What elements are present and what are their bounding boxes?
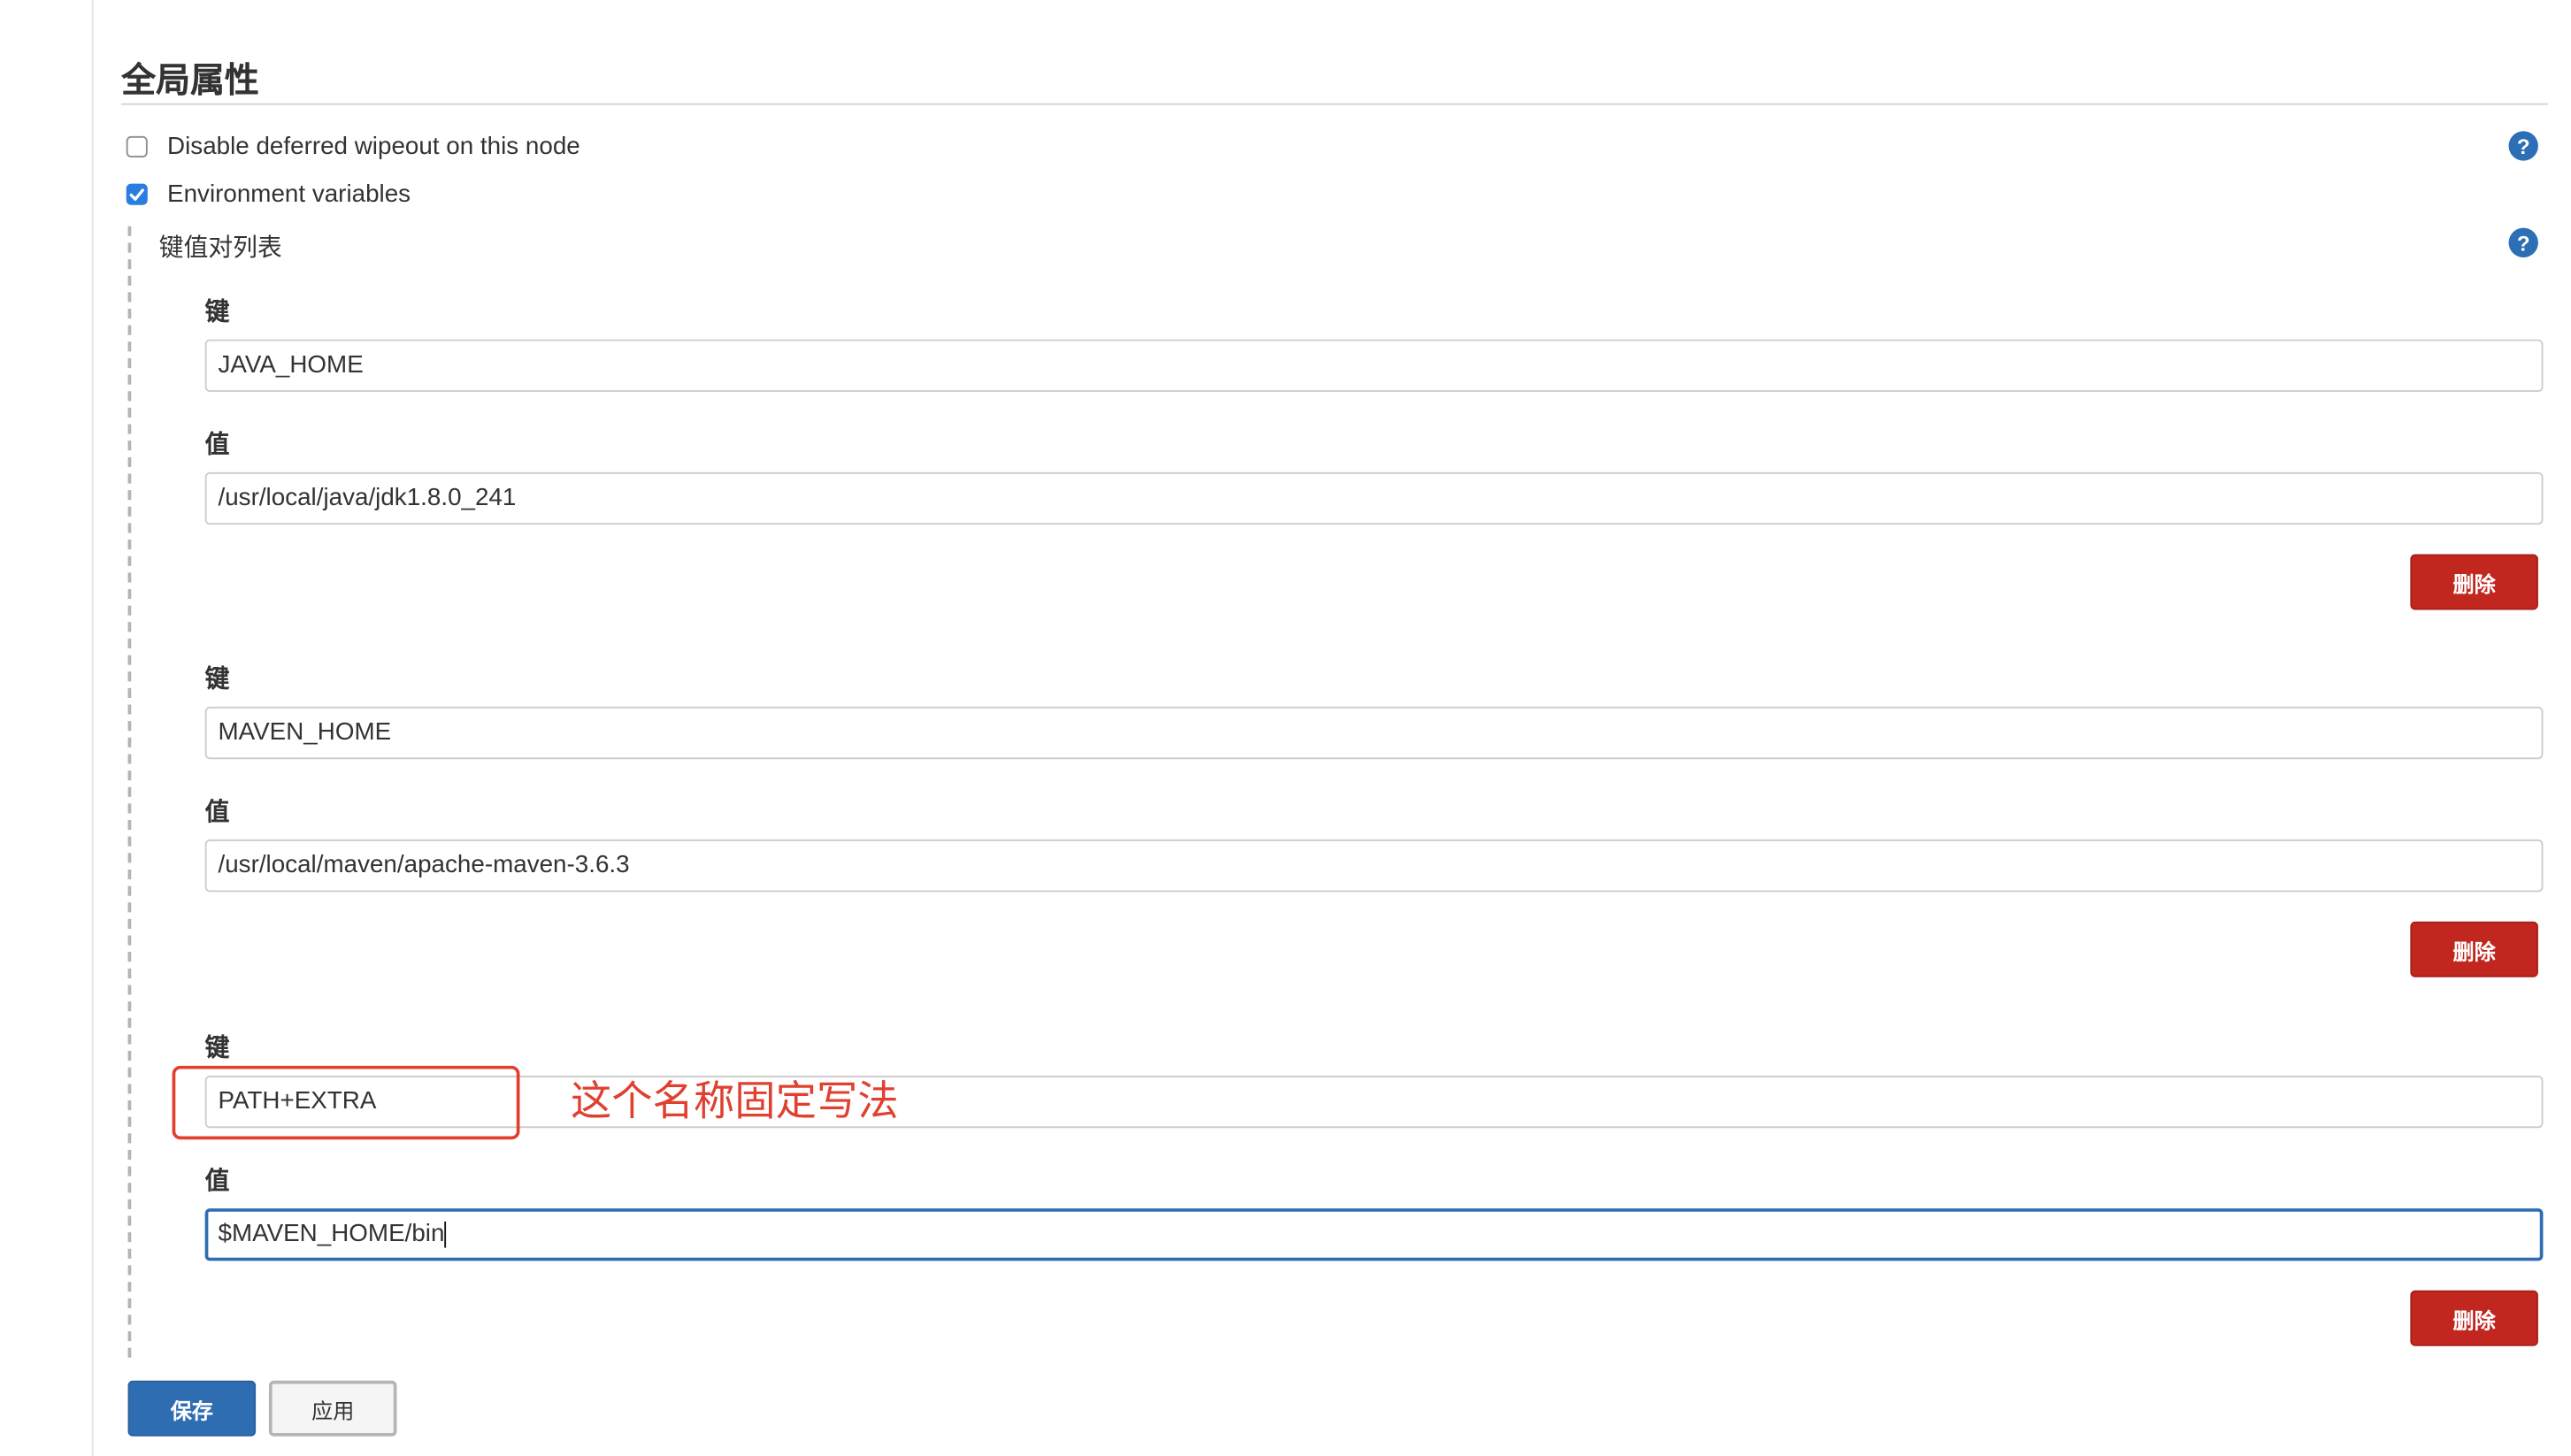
env-key-input-3[interactable]: PATH+EXTRA bbox=[204, 1075, 2544, 1129]
value-label: 值 bbox=[204, 431, 230, 460]
value-label: 值 bbox=[204, 798, 230, 827]
env-value-input-1[interactable]: /usr/local/java/jdk1.8.0_241 bbox=[204, 471, 2544, 525]
key-label: 键 bbox=[204, 298, 230, 326]
env-key-input-2[interactable]: MAVEN_HOME bbox=[204, 706, 2544, 760]
env-vars-label[interactable]: Environment variables bbox=[167, 180, 411, 209]
config-page: 全局属性 Disable deferred wipeout on this no… bbox=[0, 0, 2571, 1456]
disable-wipeout-checkbox[interactable] bbox=[126, 135, 148, 157]
env-value-input-3[interactable]: $MAVEN_HOME/bin bbox=[204, 1208, 2544, 1261]
env-key-input-1[interactable]: JAVA_HOME bbox=[204, 339, 2544, 393]
key-label: 键 bbox=[204, 665, 230, 694]
save-button[interactable]: 保存 bbox=[127, 1380, 257, 1437]
env-value-input-2[interactable]: /usr/local/maven/apache-maven-3.6.3 bbox=[204, 839, 2544, 893]
disable-wipeout-label[interactable]: Disable deferred wipeout on this node bbox=[167, 133, 580, 161]
disable-wipeout-option[interactable]: Disable deferred wipeout on this node bbox=[126, 133, 580, 161]
text-caret bbox=[444, 1221, 447, 1248]
annotation-text: 这个名称固定写法 bbox=[570, 1078, 899, 1125]
help-icon[interactable]: ? bbox=[2508, 227, 2538, 258]
checkmark-icon bbox=[129, 188, 144, 200]
env-value-text-3: $MAVEN_HOME/bin bbox=[218, 1220, 445, 1248]
section-divider bbox=[121, 103, 2549, 105]
env-vars-checkbox[interactable] bbox=[126, 183, 148, 205]
env-vars-option[interactable]: Environment variables bbox=[126, 180, 411, 209]
key-label: 键 bbox=[204, 1034, 230, 1063]
help-icon[interactable]: ? bbox=[2508, 131, 2538, 161]
delete-button-1[interactable]: 删除 bbox=[2410, 554, 2538, 610]
sidebar-divider bbox=[91, 0, 94, 1456]
section-title: 全局属性 bbox=[121, 62, 259, 101]
value-label: 值 bbox=[204, 1167, 230, 1196]
apply-button[interactable]: 应用 bbox=[268, 1380, 397, 1437]
kv-list-title: 键值对列表 bbox=[158, 234, 282, 263]
delete-button-3[interactable]: 删除 bbox=[2410, 1290, 2538, 1346]
delete-button-2[interactable]: 删除 bbox=[2410, 921, 2538, 977]
nested-section-guide bbox=[127, 226, 132, 1358]
